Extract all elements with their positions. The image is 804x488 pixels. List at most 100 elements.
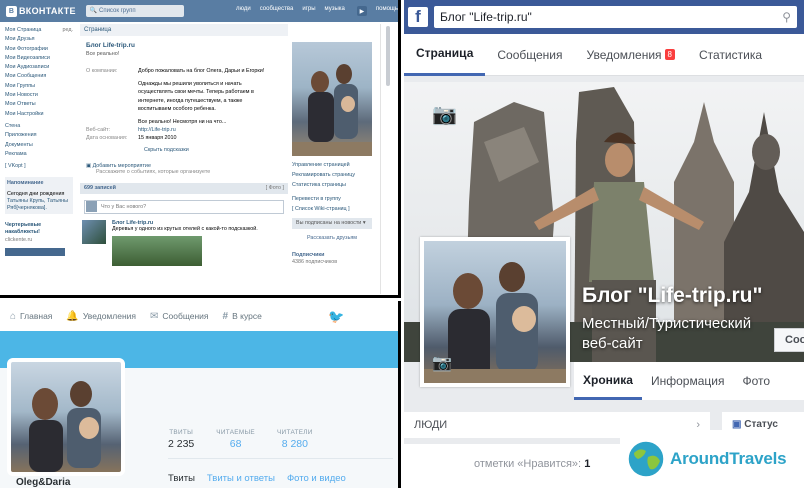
vk-ad-image[interactable] [5, 248, 65, 257]
vk-sidebar-answers[interactable]: Мои Ответы [5, 100, 73, 109]
vk-scrollbar[interactable] [380, 24, 394, 294]
vk-subscribed-dropdown[interactable]: Вы подписаны на новости ▾ [292, 218, 372, 229]
vk-nav-communities[interactable]: сообщества [260, 6, 294, 16]
vk-site-link[interactable]: http://Life-trip.ru [138, 126, 288, 134]
vk-sidebar-vkopt[interactable]: [ VKopt ] [5, 162, 73, 171]
vk-about-line: воспитываем особого ребенка. [138, 105, 216, 112]
camera-icon[interactable]: 📷 [432, 102, 457, 127]
twitter-nav-discover[interactable]: # В курсе [223, 311, 262, 322]
vk-subscribers-count: 4386 подписчиков [292, 259, 338, 265]
tab-page[interactable]: Страница [404, 34, 486, 76]
vk-hide-hints-link[interactable]: Скрыть подсказки [144, 147, 288, 153]
vk-posts-bar: 699 записей [ Фото ] [80, 182, 288, 194]
vk-sidebar-videos[interactable]: Мои Видеозаписи [5, 54, 73, 63]
vk-post-avatar[interactable] [82, 219, 106, 244]
vk-logo[interactable]: В ВКОНТАКТЕ [6, 5, 76, 17]
facebook-profile-picture[interactable]: 📷 [420, 237, 570, 387]
twitter-nav-notifications[interactable]: 🔔 Уведомления [66, 311, 136, 322]
vk-nav-people[interactable]: люди [236, 6, 251, 16]
search-icon[interactable]: ⚲ [782, 10, 791, 24]
vk-scrollbar-thumb[interactable] [385, 26, 390, 86]
tab-timeline[interactable]: Хроника [574, 362, 642, 400]
vk-logo-icon: В [6, 5, 17, 17]
vk-about-text: Добро пожаловать на блог Олега, Дарьи и … [138, 67, 288, 126]
vk-convert-group-link[interactable]: Перевести в группу [292, 194, 372, 204]
vk-sidebar-friends[interactable]: Мои Друзья [5, 35, 73, 44]
vk-new-post-input[interactable]: Что у Вас нового? [84, 199, 284, 214]
vk-ad-link[interactable]: clickente.ru [5, 236, 73, 245]
vk-sidebar-wall[interactable]: Стена [5, 122, 73, 131]
twitter-avatar[interactable] [7, 358, 125, 476]
hashtag-icon: # [222, 310, 229, 322]
tab-photos[interactable]: Фото [733, 362, 779, 400]
facebook-search-input[interactable]: Блог "Life-trip.ru" ⚲ [434, 6, 797, 28]
vk-reminder-names[interactable]: Татьяны Крупь, Татьяны Ряб[чернякова]. [7, 198, 68, 211]
twitter-nav-discover-label: В курсе [232, 311, 262, 321]
facebook-page-category: Местный/Туристический веб-сайт [582, 314, 782, 354]
twitter-profile-tabs: Твиты Твиты и ответы Фото и видео [168, 473, 346, 484]
tab-statistics[interactable]: Статистика [687, 34, 774, 76]
vk-play-icon[interactable]: ▶ [356, 6, 367, 16]
vk-reminder-title: Напоминание [5, 177, 73, 191]
vk-add-event-label: Добавить мероприятие [92, 162, 151, 169]
edit-icon: ▣ [732, 419, 745, 430]
vk-manage-page-link[interactable]: Управление страницей [292, 160, 372, 170]
vk-founded-label: Дата основания: [86, 135, 128, 142]
twitter-stat-followers[interactable]: ЧИТАТЕЛИ 8 280 [277, 429, 313, 450]
twitter-stat-value: 8 280 [281, 438, 308, 450]
tab-messages[interactable]: Сообщения [485, 34, 574, 76]
vk-sidebar-settings[interactable]: Мои Настройки [5, 110, 73, 119]
vk-sidebar-apps[interactable]: Приложения [5, 131, 73, 140]
vk-sidebar-messages[interactable]: Мои Сообщения [5, 72, 73, 81]
twitter-profile-name[interactable]: Oleg&Daria [16, 477, 70, 488]
twitter-bird-icon[interactable]: 🐦 [328, 309, 344, 325]
vk-nav-games[interactable]: игры [302, 6, 315, 16]
twitter-stat-following[interactable]: ЧИТАЕМЫЕ 68 [216, 429, 255, 450]
vk-tell-friends-button[interactable]: Рассказать друзьям [292, 235, 372, 246]
vk-site-label: Веб-сайт: [86, 127, 111, 134]
vk-posts-filter[interactable]: [ Фото ] [266, 183, 284, 194]
vk-sidebar-audio[interactable]: Мои Аудиозаписи [5, 63, 73, 72]
vk-tab-page[interactable]: Страница [80, 24, 288, 36]
facebook-panel: f Блог "Life-trip.ru" ⚲ Страница Сообщени… [404, 0, 804, 488]
tab-tweets-and-replies[interactable]: Твиты и ответы [207, 473, 275, 484]
vk-posts-count[interactable]: 699 записей [84, 183, 116, 194]
vk-advertise-page-link[interactable]: Рекламировать страницу [292, 170, 372, 180]
vk-sidebar-groups[interactable]: Мои Группы [5, 82, 73, 91]
vk-post-text: Деревья у одного из крутых отелей с како… [112, 225, 258, 232]
vk-ad-title[interactable]: Чертерьевые накаблюкты! [5, 222, 73, 236]
twitter-nav-home[interactable]: ⌂ Главная [10, 311, 52, 322]
vk-search-placeholder: Список групп [98, 8, 136, 14]
twitter-panel: ⌂ Главная 🔔 Уведомления ✉ Сообщения # В курс… [0, 301, 401, 488]
vk-nav-help[interactable]: помощь [376, 6, 398, 16]
vk-page-status: Все реально! [86, 51, 120, 57]
vk-wiki-list-link[interactable]: [ Список Wiki-страниц ] [292, 204, 372, 214]
vk-nav-music[interactable]: музыка [325, 6, 345, 16]
vk-sidebar-docs[interactable]: Документы [5, 141, 73, 150]
facebook-message-button[interactable]: Соо [774, 328, 804, 352]
facebook-page-title: Блог "Life-trip.ru" [582, 284, 763, 307]
tab-about[interactable]: Информация [642, 362, 733, 400]
vk-sidebar-ads[interactable]: Реклама [5, 150, 73, 159]
vk-search-input[interactable]: 🔍 Список групп [85, 5, 184, 17]
vk-about-line: интернете, иногда путешествуем, а также [138, 97, 243, 104]
vk-page-photo[interactable] [292, 42, 372, 156]
globe-icon [627, 440, 665, 478]
facebook-logo-icon[interactable]: f [408, 7, 428, 27]
family-photo-icon [292, 64, 372, 156]
tab-tweets[interactable]: Твиты [168, 473, 195, 484]
envelope-icon: ✉ [150, 310, 159, 322]
twitter-nav-messages[interactable]: ✉ Сообщения [150, 311, 209, 322]
vk-sidebar-my-page[interactable]: Моя Страница [5, 26, 41, 35]
tab-photos-and-videos[interactable]: Фото и видео [287, 473, 346, 484]
vk-page-stats-link[interactable]: Статистика страницы [292, 180, 372, 190]
vk-subscribed-label: Вы подписаны на новости [296, 220, 362, 226]
camera-icon[interactable]: 📷 [432, 353, 452, 373]
tab-notifications[interactable]: Уведомления 8 [575, 34, 687, 76]
vk-sidebar-photos[interactable]: Мои Фотографии [5, 45, 73, 54]
vk-sidebar-edit-link[interactable]: ред. [62, 26, 73, 35]
vk-post-image[interactable] [112, 235, 202, 266]
twitter-stat-tweets[interactable]: ТВИТЫ 2 235 [168, 429, 194, 450]
facebook-search-value: Блог "Life-trip.ru" [440, 10, 532, 24]
vk-sidebar-news[interactable]: Мои Новости [5, 91, 73, 100]
